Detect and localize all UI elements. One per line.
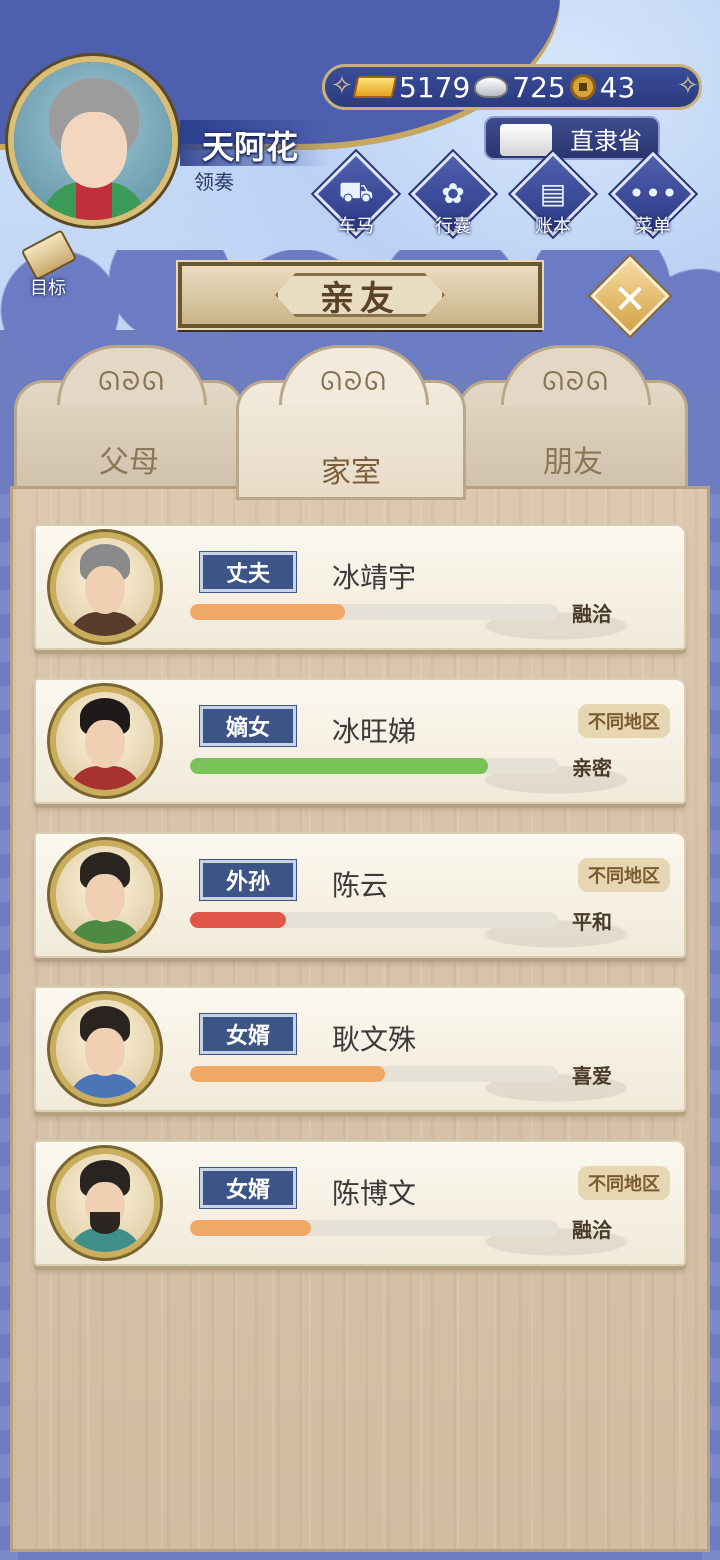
currency-bar: ✧ 5179 725 43 ✧ <box>322 64 702 110</box>
affinity-bar <box>190 912 558 928</box>
relative-portrait <box>50 994 160 1104</box>
player-title: 领奏 <box>194 170 234 194</box>
cloud-swirl-icon: ᘏᘐᘏ <box>98 367 166 397</box>
bamboo-leaf-icon: ✧ <box>677 71 699 101</box>
relative-role-badge: 女婿 <box>200 1014 296 1054</box>
bundle-icon: ✿ <box>441 176 465 210</box>
tab-parents[interactable]: ᘏᘐᘏ 父母 <box>14 345 244 500</box>
relative-card[interactable]: 女婿 耿文殊 喜爱 <box>34 986 686 1112</box>
relative-card[interactable]: 女婿 陈博文 不同地区 融洽 <box>34 1140 686 1266</box>
nav-bundle-button[interactable]: ✿ 行囊 <box>410 151 496 244</box>
affinity-bar <box>190 758 558 774</box>
tab-household[interactable]: ᘏᘐᘏ 家室 <box>236 345 466 500</box>
nav-carriage-button[interactable]: ⛟ 车马 <box>313 151 399 244</box>
relative-role-badge: 女婿 <box>200 1168 296 1208</box>
affinity-fill <box>190 1066 386 1082</box>
relative-portrait <box>50 1148 160 1258</box>
relative-name: 陈云 <box>332 869 389 902</box>
coin-value: 43 <box>599 70 636 104</box>
relative-name: 耿文殊 <box>332 1023 417 1056</box>
close-icon: ✕ <box>613 277 647 324</box>
silver-value: 725 <box>512 70 566 104</box>
nav-menu-label: 菜单 <box>635 216 671 237</box>
province-button[interactable]: 直隶省 <box>484 116 660 160</box>
nav-carriage-label: 车马 <box>338 216 374 237</box>
player-name: 天阿花 <box>202 128 299 166</box>
affinity-bar <box>190 1066 558 1082</box>
affinity-fill <box>190 604 345 620</box>
relative-name: 陈博文 <box>332 1177 417 1210</box>
tab-friends[interactable]: ᘏᘐᘏ 朋友 <box>458 345 688 500</box>
goal-button[interactable]: 目标 <box>12 229 88 300</box>
affinity-bar <box>190 604 558 620</box>
relationship-status: 融洽 <box>572 602 612 626</box>
relative-name: 冰旺娣 <box>332 715 417 748</box>
affinity-fill <box>190 758 489 774</box>
relationship-status: 喜爱 <box>572 1064 612 1088</box>
region-badge: 不同地区 <box>578 858 670 892</box>
nav-ledger-label: 账本 <box>535 216 571 237</box>
relative-card[interactable]: 外孙 陈云 不同地区 平和 <box>34 832 686 958</box>
relative-card[interactable]: 丈夫 冰靖宇 融洽 <box>34 524 686 650</box>
relationship-status: 平和 <box>572 910 612 934</box>
cloud-swirl-icon: ᘏᘐᘏ <box>542 367 610 397</box>
affinity-bar <box>190 1220 558 1236</box>
official-hat-icon <box>500 124 552 156</box>
relative-role-badge: 嫡女 <box>200 706 296 746</box>
carriage-icon: ⛟ <box>338 174 374 208</box>
relative-role-badge: 丈夫 <box>200 552 296 592</box>
relative-name: 冰靖宇 <box>332 561 417 594</box>
region-badge: 不同地区 <box>578 1166 670 1200</box>
bamboo-leaf-icon: ✧ <box>331 71 353 101</box>
relationship-status: 融洽 <box>572 1218 612 1242</box>
ledger-icon: ▤ <box>539 176 567 210</box>
relative-portrait <box>50 532 160 642</box>
tab-parents-label: 父母 <box>99 445 159 480</box>
copper-coin-icon <box>569 74 596 100</box>
cloud-swirl-icon: ᘏᘐᘏ <box>320 367 388 397</box>
nav-bundle-label: 行囊 <box>435 216 471 237</box>
gold-value: 5179 <box>399 70 471 104</box>
tab-household-label: 家室 <box>321 455 381 490</box>
player-avatar[interactable] <box>8 56 178 226</box>
province-label: 直隶省 <box>570 126 642 155</box>
coin-counter: 43 <box>569 70 636 104</box>
nav-ledger-button[interactable]: ▤ 账本 <box>510 151 596 244</box>
silver-ingot-icon <box>474 76 509 98</box>
nav-menu-button[interactable]: ••• 菜单 <box>610 151 696 244</box>
gold-counter: 5179 <box>352 70 471 104</box>
menu-dots-icon: ••• <box>628 176 678 210</box>
relative-card[interactable]: 嫡女 冰旺娣 不同地区 亲密 <box>34 678 686 804</box>
gold-ingot-icon <box>352 76 398 98</box>
relationship-status: 亲密 <box>572 756 612 780</box>
tab-friends-label: 朋友 <box>543 445 603 480</box>
region-badge: 不同地区 <box>578 704 670 738</box>
relative-portrait <box>50 840 160 950</box>
affinity-fill <box>190 1220 312 1236</box>
goal-label: 目标 <box>30 278 66 299</box>
page-title-banner: 亲友 <box>178 262 542 328</box>
affinity-fill <box>190 912 286 928</box>
page-title: 亲友 <box>275 273 445 317</box>
relative-portrait <box>50 686 160 796</box>
relative-role-badge: 外孙 <box>200 860 296 900</box>
silver-counter: 725 <box>474 70 566 104</box>
